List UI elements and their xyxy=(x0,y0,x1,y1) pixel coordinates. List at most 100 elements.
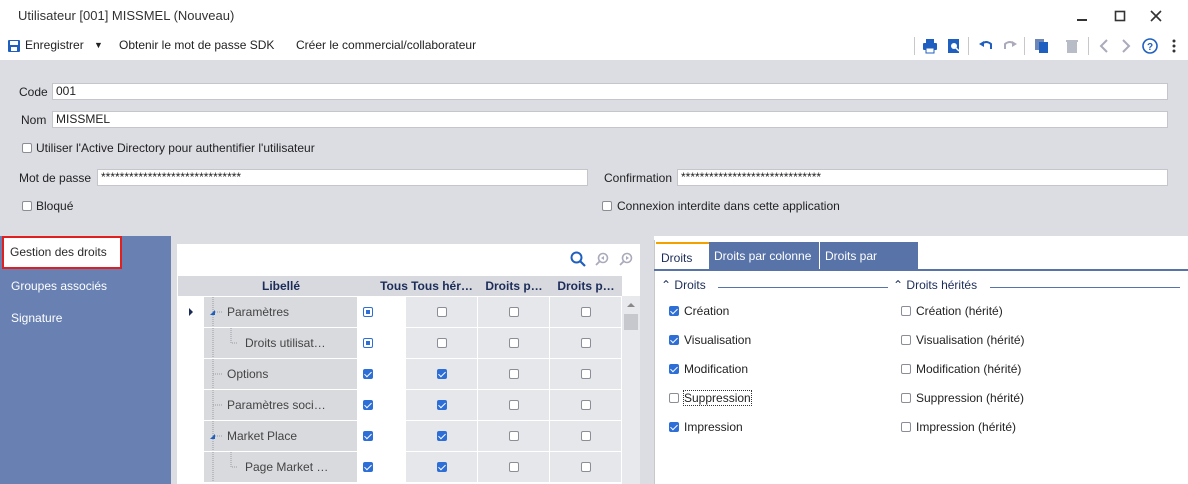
table-row[interactable]: Options xyxy=(178,359,622,390)
droit-checkbox[interactable] xyxy=(669,422,679,432)
droit-herite-checkbox[interactable] xyxy=(901,306,911,316)
group-droits-header[interactable]: ⌃ Droits xyxy=(661,278,706,292)
col-header-droits-p1[interactable]: Droits p… xyxy=(478,276,550,296)
table-row[interactable]: Page Market … xyxy=(178,452,622,483)
tous-checkbox[interactable] xyxy=(363,369,373,379)
nom-field[interactable]: MISSMEL xyxy=(52,111,1168,128)
nav-item-gestion-droits[interactable]: Gestion des droits xyxy=(2,236,122,269)
tous-herites-checkbox[interactable] xyxy=(437,307,447,317)
libelle-cell[interactable]: Page Market … xyxy=(204,452,358,482)
droit-herite-label[interactable]: Visualisation (hérité) xyxy=(916,333,1025,347)
connexion-interdite-checkbox[interactable] xyxy=(602,201,612,211)
chevron-right-icon[interactable] xyxy=(1116,36,1136,56)
nav-item-groupes-associes[interactable]: Groupes associés xyxy=(0,270,171,302)
undo-icon[interactable] xyxy=(976,36,996,56)
table-row[interactable]: Droits utilisat… xyxy=(178,328,622,359)
tab-droits[interactable]: Droits xyxy=(656,242,709,270)
redo-icon[interactable] xyxy=(1000,36,1020,56)
droits-p1-checkbox[interactable] xyxy=(509,338,519,348)
droit-herite-label[interactable]: Impression (hérité) xyxy=(916,420,1016,434)
droit-checkbox[interactable] xyxy=(669,364,679,374)
chevron-left-icon[interactable] xyxy=(1094,36,1114,56)
table-row[interactable]: Paramètres soci… xyxy=(178,390,622,421)
tous-checkbox[interactable] xyxy=(363,431,373,441)
save-icon[interactable] xyxy=(4,36,24,56)
row-indicator[interactable] xyxy=(178,328,204,358)
search-previous-icon[interactable] xyxy=(594,250,612,268)
droits-p1-checkbox[interactable] xyxy=(509,431,519,441)
droit-checkbox[interactable] xyxy=(669,393,679,403)
collapse-icon[interactable]: ⌃ xyxy=(661,278,671,292)
col-header-tous-herites[interactable]: Tous hér… xyxy=(406,276,478,296)
droits-p2-checkbox[interactable] xyxy=(581,369,591,379)
libelle-cell[interactable]: Options xyxy=(204,359,358,389)
blocked-checkbox[interactable] xyxy=(22,201,32,211)
tous-herites-checkbox[interactable] xyxy=(437,369,447,379)
libelle-cell[interactable]: Market Place xyxy=(204,421,358,451)
droit-herite-checkbox[interactable] xyxy=(901,335,911,345)
row-indicator[interactable] xyxy=(178,297,204,327)
droit-label[interactable]: Visualisation xyxy=(684,333,751,347)
code-field[interactable]: 001 xyxy=(52,83,1168,100)
row-indicator[interactable] xyxy=(178,390,204,420)
collapse-icon[interactable]: ⌃ xyxy=(893,278,903,292)
tous-checkbox[interactable] xyxy=(363,400,373,410)
droits-p2-checkbox[interactable] xyxy=(581,307,591,317)
search-next-icon[interactable] xyxy=(618,250,636,268)
row-indicator[interactable] xyxy=(178,452,204,482)
droits-p1-checkbox[interactable] xyxy=(509,462,519,472)
search-icon[interactable] xyxy=(569,250,587,268)
droit-label[interactable]: Impression xyxy=(684,420,743,434)
droit-label[interactable]: Création xyxy=(684,304,729,318)
droits-p2-checkbox[interactable] xyxy=(581,400,591,410)
droits-p2-checkbox[interactable] xyxy=(581,462,591,472)
tous-herites-checkbox[interactable] xyxy=(437,400,447,410)
libelle-cell[interactable]: Paramètres xyxy=(204,297,358,327)
password-field[interactable]: ****************************** xyxy=(97,169,588,186)
grid-scrollbar[interactable] xyxy=(622,296,640,484)
create-commercial-button[interactable]: Créer le commercial/collaborateur xyxy=(296,38,476,52)
scroll-thumb[interactable] xyxy=(624,314,638,330)
droit-checkbox[interactable] xyxy=(669,306,679,316)
table-row[interactable]: Market Place xyxy=(178,421,622,452)
sdk-password-button[interactable]: Obtenir le mot de passe SDK xyxy=(119,38,274,52)
droit-label[interactable]: Modification xyxy=(684,362,748,376)
tous-herites-checkbox[interactable] xyxy=(437,431,447,441)
minimize-button[interactable] xyxy=(1062,4,1102,28)
print-icon[interactable] xyxy=(920,36,940,56)
active-directory-checkbox[interactable] xyxy=(22,143,32,153)
droits-p2-checkbox[interactable] xyxy=(581,338,591,348)
droit-herite-label[interactable]: Suppression (hérité) xyxy=(916,391,1024,405)
help-icon[interactable]: ? xyxy=(1140,36,1160,56)
tous-checkbox[interactable] xyxy=(363,462,373,472)
nav-item-signature[interactable]: Signature xyxy=(0,302,171,334)
print-preview-icon[interactable] xyxy=(944,36,964,56)
col-header-libelle[interactable]: Libellé xyxy=(204,276,358,296)
droit-herite-label[interactable]: Création (hérité) xyxy=(916,304,1003,318)
libelle-cell[interactable]: Droits utilisat… xyxy=(204,328,358,358)
tab-droits-par-colonne[interactable]: Droits par colonne xyxy=(709,242,819,270)
delete-icon[interactable] xyxy=(1062,36,1082,56)
droit-herite-checkbox[interactable] xyxy=(901,422,911,432)
confirmation-field[interactable]: ****************************** xyxy=(677,169,1168,186)
droit-label[interactable]: Suppression xyxy=(683,390,752,406)
tab-droits-par-valeur[interactable]: Droits par valeur xyxy=(820,242,918,291)
libelle-cell[interactable]: Paramètres soci… xyxy=(204,390,358,420)
tous-checkbox[interactable] xyxy=(363,338,373,348)
more-options-icon[interactable] xyxy=(1164,36,1184,56)
droit-herite-checkbox[interactable] xyxy=(901,393,911,403)
table-row[interactable]: Paramètres xyxy=(178,297,622,328)
col-header-droits-p2[interactable]: Droits p… xyxy=(550,276,622,296)
save-dropdown-icon[interactable]: ▼ xyxy=(94,40,103,50)
droit-herite-checkbox[interactable] xyxy=(901,364,911,374)
tous-herites-checkbox[interactable] xyxy=(437,462,447,472)
droits-p2-checkbox[interactable] xyxy=(581,431,591,441)
droits-p1-checkbox[interactable] xyxy=(509,369,519,379)
group-herites-header[interactable]: ⌃ Droits hérités xyxy=(893,278,977,292)
copy-icon[interactable] xyxy=(1032,36,1052,56)
droit-checkbox[interactable] xyxy=(669,335,679,345)
maximize-button[interactable] xyxy=(1100,4,1140,28)
row-indicator[interactable] xyxy=(178,359,204,389)
row-indicator[interactable] xyxy=(178,421,204,451)
tous-herites-checkbox[interactable] xyxy=(437,338,447,348)
